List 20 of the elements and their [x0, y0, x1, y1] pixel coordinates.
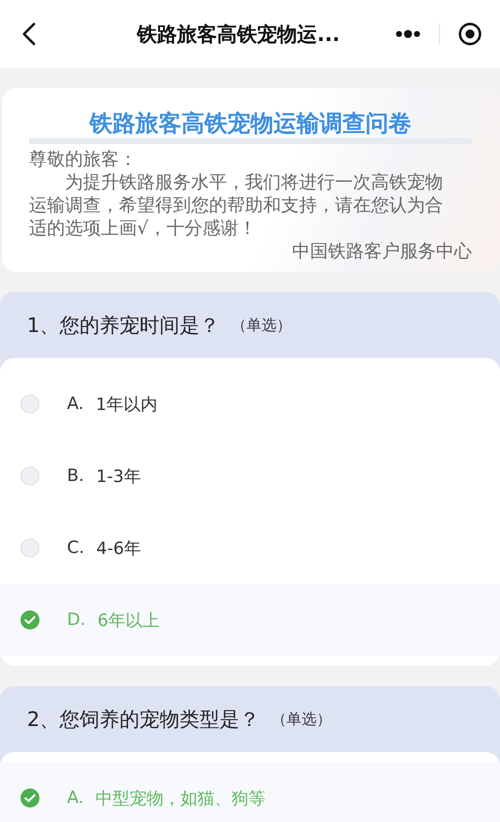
- greeting-text: 尊敬的旅客：: [29, 148, 138, 171]
- close-icon[interactable]: [458, 22, 482, 46]
- radio-icon: [20, 538, 40, 558]
- question-type: （单选）: [272, 710, 332, 728]
- radio-icon: [20, 610, 40, 630]
- question-type: （单选）: [232, 316, 292, 334]
- option-item[interactable]: A. 1年以内: [0, 368, 500, 440]
- back-icon[interactable]: [22, 22, 36, 46]
- signature-text: 中国铁路客户服务中心: [291, 240, 472, 263]
- more-icon[interactable]: [395, 29, 421, 39]
- question-title: 1、您的养宠时间是？: [27, 312, 220, 338]
- radio-icon: [20, 788, 40, 808]
- intro-paragraph: 为提升铁路服务水平，我们将进行一次高铁宠物运输调查，希望得到您的帮助和支持，请在您认为合适的选项上画√，十分感谢！: [29, 171, 444, 240]
- radio-icon: [20, 394, 40, 414]
- question-title: 2、您饲养的宠物类型是？: [27, 706, 260, 732]
- radio-icon: [20, 466, 40, 486]
- page-title: 铁路旅客高铁宠物运...: [136, 20, 341, 48]
- option-item[interactable]: C. 4-6年: [0, 512, 500, 584]
- survey-title: 铁路旅客高铁宠物运输调查问卷: [90, 112, 412, 137]
- option-item[interactable]: B. 1-3年: [0, 440, 500, 512]
